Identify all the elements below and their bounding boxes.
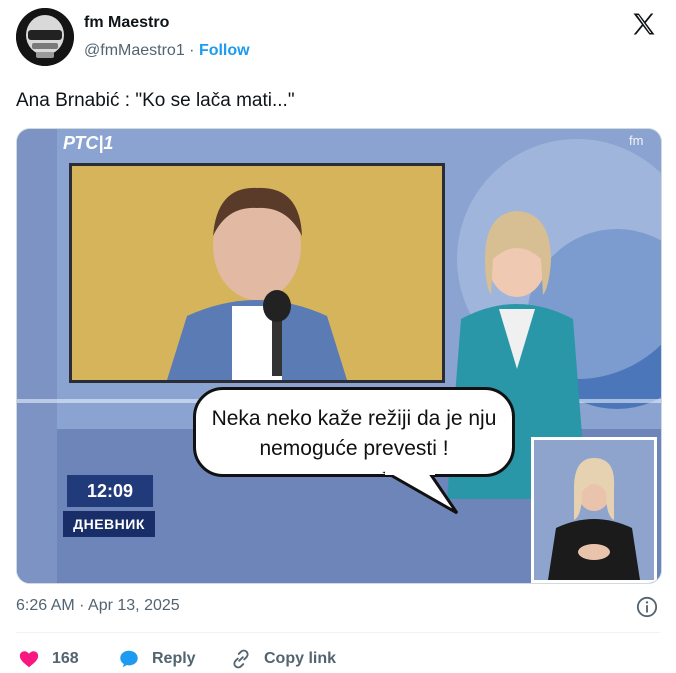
inset-video	[69, 163, 445, 383]
info-icon[interactable]	[636, 596, 658, 618]
speaker-figure	[72, 166, 442, 380]
show-name: ДНЕВНИК	[63, 511, 155, 537]
like-count: 168	[52, 650, 79, 667]
channel-logo: РТС|1	[63, 133, 114, 153]
copy-link-label: Copy link	[264, 650, 337, 667]
interpreter-figure	[534, 440, 654, 580]
copy-link-button[interactable]: Copy link	[230, 648, 336, 670]
tweet-timestamp[interactable]: 6:26 AM · Apr 13, 2025	[16, 597, 180, 615]
reply-bubble-icon	[120, 650, 138, 668]
author-name[interactable]: fm Maestro	[84, 14, 169, 32]
watermark: fm	[629, 133, 644, 148]
handle-separator: ·	[184, 42, 199, 59]
like-button[interactable]: 168	[18, 648, 79, 670]
tweet-text: Ana Brnabić : "Ko se lača mati..."	[16, 90, 295, 111]
x-logo-icon[interactable]	[630, 10, 658, 38]
author-handle-row: @fmMaestro1 · Follow	[84, 42, 250, 60]
link-icon	[233, 649, 249, 669]
clock: 12:09	[67, 475, 153, 507]
reply-button[interactable]: Reply	[118, 648, 196, 670]
sign-language-inset	[531, 437, 657, 583]
daft-helmet-icon	[16, 8, 74, 66]
divider	[16, 632, 660, 633]
heart-icon	[19, 651, 39, 668]
speech-bubble-tail	[382, 465, 459, 515]
speech-bubble: Neka neko kaže režiji da je nju nemoguće…	[193, 387, 515, 477]
avatar[interactable]	[16, 8, 74, 66]
follow-button[interactable]: Follow	[199, 42, 250, 59]
author-handle[interactable]: @fmMaestro1	[84, 42, 185, 59]
tweet-media-image[interactable]: РТС|1 fm Neka neko kaže režiji da je nju…	[16, 128, 662, 584]
reply-label: Reply	[152, 650, 196, 667]
